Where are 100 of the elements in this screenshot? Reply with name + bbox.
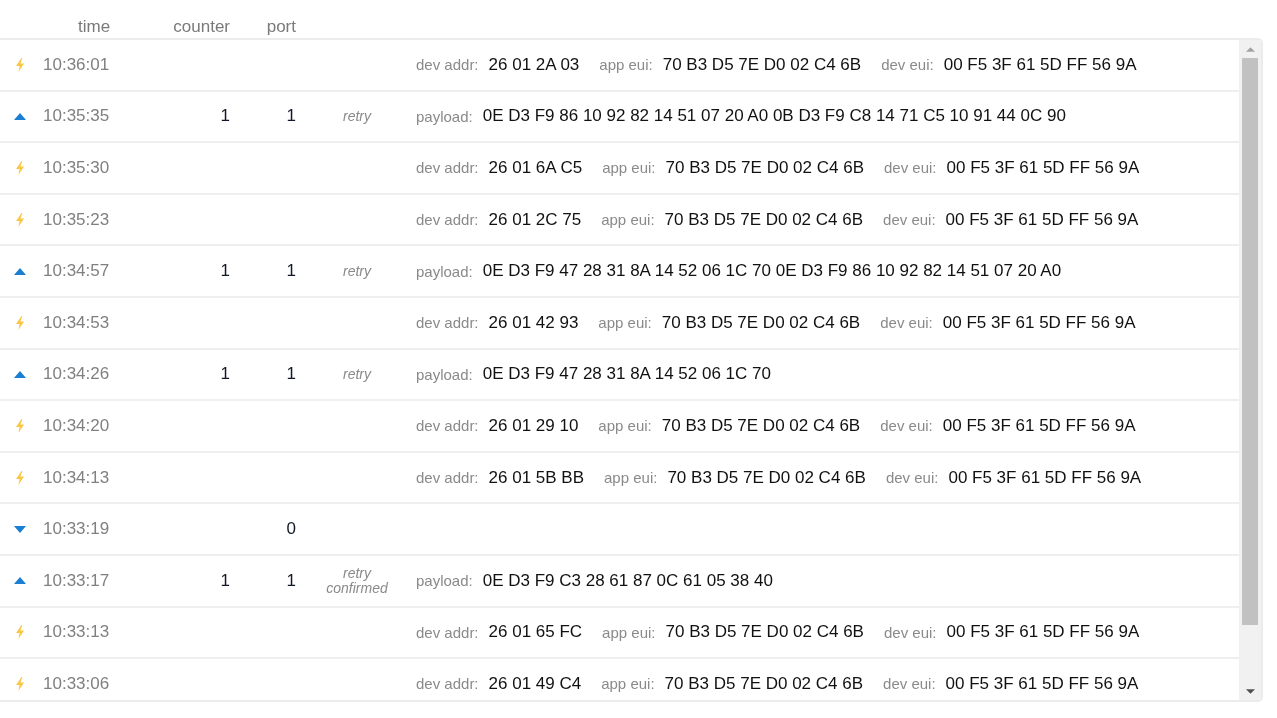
port-cell: 1 — [286, 364, 296, 385]
scroll-up-icon[interactable] — [1245, 46, 1255, 52]
field-value: 00 F5 3F 61 5D FF 56 9A — [946, 158, 1140, 178]
time-cell: 10:34:13 — [43, 467, 110, 487]
time-cell: 10:34:26 — [43, 364, 110, 384]
field-label: dev eui: — [883, 211, 936, 229]
status-label: retry — [343, 565, 371, 581]
triangle-up-icon — [14, 370, 26, 378]
time-cell: 10:33:17 — [43, 570, 110, 590]
counter-cell: 1 — [220, 570, 230, 591]
field-value: 70 B3 D5 7E D0 02 C4 6B — [664, 209, 864, 230]
field-value: 00 F5 3F 61 5D FF 56 9A — [945, 673, 1139, 694]
field-label: dev eui: — [880, 314, 933, 332]
triangle-up-icon — [14, 112, 26, 120]
field-label: payload: — [416, 107, 473, 125]
time-cell: 10:33:13 — [43, 622, 110, 642]
scroll-down-icon[interactable] — [1245, 688, 1255, 694]
field-label: dev eui: — [883, 623, 937, 641]
field-value: 0E D3 F9 47 28 31 8A 14 52 06 1C 70 — [482, 364, 771, 385]
lightning-icon — [16, 470, 24, 485]
field-label: app eui: — [601, 211, 655, 229]
time-cell: 10:36:01 — [43, 54, 110, 74]
field-label: payload: — [416, 262, 473, 280]
port-cell: 1 — [286, 570, 296, 591]
field-value: 26 01 2C 75 — [488, 209, 582, 230]
time-cell: 10:35:30 — [43, 158, 110, 177]
field-value: 0E D3 F9 47 28 31 8A 14 52 06 1C 70 0E D3 F9 86 10 92 82 14 51 07 20 A0 — [482, 261, 1062, 282]
field-label: app eui: — [598, 417, 652, 435]
field-label: dev eui: — [884, 159, 937, 177]
field-value: 26 01 42 93 — [488, 312, 579, 333]
field-label: app eui: — [602, 159, 656, 177]
field-label: payload: — [416, 572, 473, 590]
lightning-icon — [16, 315, 24, 330]
field-label: payload: — [416, 365, 473, 383]
lightning-icon — [16, 161, 24, 175]
field-value: 70 B3 D5 7E D0 02 C4 6B — [665, 622, 864, 643]
port-cell: 0 — [286, 519, 296, 540]
column-header: counter — [173, 17, 230, 37]
field-value: 26 01 6A C5 — [488, 158, 583, 178]
field-value: 26 01 65 FC — [488, 622, 583, 643]
counter-cell: 1 — [220, 364, 230, 385]
field-label: dev addr: — [416, 623, 479, 641]
lightning-icon — [16, 418, 24, 433]
field-value: 26 01 29 10 — [488, 415, 579, 436]
scroll-thumb[interactable] — [1242, 58, 1258, 625]
field-value: 00 F5 3F 61 5D FF 56 9A — [948, 467, 1142, 488]
field-label: dev addr: — [416, 469, 479, 487]
field-label: dev eui: — [883, 675, 936, 693]
time-cell: 10:33:19 — [43, 519, 110, 539]
field-label: app eui: — [601, 675, 655, 693]
field-label: app eui: — [599, 56, 653, 74]
field-label: app eui: — [602, 623, 656, 641]
field-label: dev addr: — [416, 211, 479, 229]
field-label: dev addr: — [416, 159, 479, 177]
time-cell: 10:35:35 — [43, 106, 110, 126]
field-value: 26 01 5B BB — [488, 467, 584, 488]
field-value: 00 F5 3F 61 5D FF 56 9A — [945, 209, 1139, 230]
port-cell: 1 — [286, 106, 296, 127]
lightning-icon — [16, 212, 24, 227]
triangle-up-icon — [14, 267, 26, 275]
field-value: 70 B3 D5 7E D0 02 C4 6B — [665, 158, 864, 178]
time-cell: 10:34:57 — [43, 261, 110, 281]
field-value: 70 B3 D5 7E D0 02 C4 6B — [664, 673, 864, 694]
field-label: app eui: — [604, 469, 658, 487]
field-value: 0E D3 F9 C3 28 61 87 0C 61 05 38 40 — [482, 570, 773, 591]
status-label: retry — [343, 108, 371, 124]
column-header: port — [266, 17, 296, 37]
field-label: dev addr: — [416, 56, 479, 74]
field-value: 70 B3 D5 7E D0 02 C4 6B — [662, 54, 862, 75]
time-cell: 10:34:53 — [43, 312, 110, 332]
field-value: 00 F5 3F 61 5D FF 56 9A — [943, 54, 1137, 75]
field-label: app eui: — [598, 314, 652, 332]
field-value: 26 01 49 C4 — [488, 673, 582, 694]
port-cell: 1 — [286, 261, 296, 282]
status-label: retry — [343, 263, 371, 279]
field-value: 0E D3 F9 86 10 92 82 14 51 07 20 A0 0B D3 F9 C8 14 71 C5 10 91 44 0C 90 — [482, 106, 1066, 127]
counter-cell: 1 — [220, 261, 230, 282]
field-label: dev eui: — [880, 417, 933, 435]
triangle-down-icon — [14, 525, 26, 533]
field-label: dev eui: — [881, 56, 934, 74]
field-label: dev addr: — [416, 314, 479, 332]
field-value: 00 F5 3F 61 5D FF 56 9A — [942, 415, 1136, 436]
lightning-icon — [16, 625, 24, 640]
column-header: time — [78, 17, 111, 37]
field-label: dev addr: — [416, 675, 479, 693]
time-cell: 10:33:06 — [43, 673, 110, 693]
time-cell: 10:34:20 — [43, 415, 110, 435]
field-value: 70 B3 D5 7E D0 02 C4 6B — [661, 312, 861, 333]
triangle-up-icon — [14, 577, 26, 585]
lightning-icon — [16, 676, 24, 691]
field-value: 70 B3 D5 7E D0 02 C4 6B — [667, 467, 866, 488]
field-value: 00 F5 3F 61 5D FF 56 9A — [942, 312, 1136, 333]
field-label: dev addr: — [416, 417, 479, 435]
status-label: retry — [343, 366, 371, 382]
status-label: confirmed — [326, 580, 388, 596]
field-value: 26 01 2A 03 — [488, 54, 580, 75]
field-value: 70 B3 D5 7E D0 02 C4 6B — [661, 415, 861, 436]
counter-cell: 1 — [220, 106, 230, 127]
lightning-icon — [16, 57, 24, 72]
scrollbar-track[interactable] — [1239, 40, 1261, 700]
